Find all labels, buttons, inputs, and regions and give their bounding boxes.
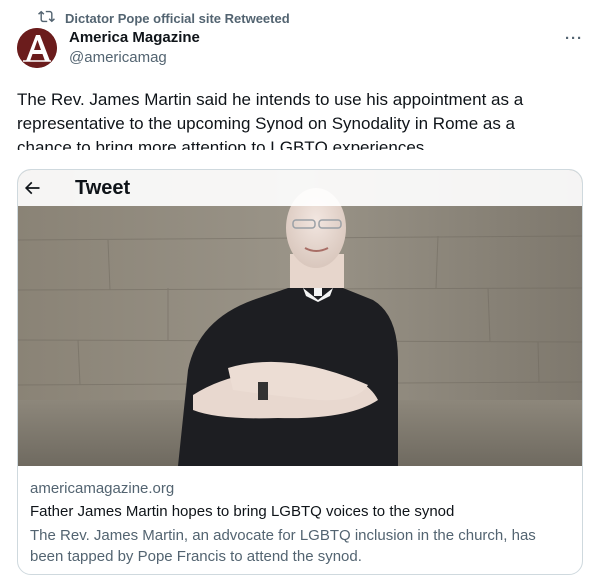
link-card[interactable]: Tweet americamagazine.org Father James M… (17, 169, 583, 575)
author-name[interactable]: America Magazine (69, 29, 200, 47)
retweet-context[interactable]: Dictator Pope official site Retweeted (38, 8, 290, 28)
card-meta[interactable]: americamagazine.org Father James Martin … (30, 479, 570, 567)
card-headline[interactable]: Father James Martin hopes to bring LGBTQ… (30, 502, 570, 522)
card-image[interactable] (18, 170, 582, 466)
avatar[interactable] (17, 28, 57, 68)
card-domain[interactable]: americamagazine.org (30, 479, 570, 499)
america-magazine-logo (17, 28, 57, 68)
overlay-title: Tweet (75, 176, 131, 199)
back-arrow-icon[interactable] (20, 176, 44, 200)
tweet-text: The Rev. James Martin said he intends to… (17, 90, 524, 150)
retweet-icon (38, 8, 55, 28)
author-handle[interactable]: @americamag (69, 48, 200, 68)
tweet-overlay-header: Tweet (18, 170, 582, 206)
card-description: The Rev. James Martin, an advocate for L… (30, 527, 536, 565)
more-options-icon[interactable]: ··· (562, 28, 586, 48)
retweet-label: Dictator Pope official site Retweeted (65, 10, 290, 26)
author-block[interactable]: America Magazine @americamag (69, 29, 200, 68)
